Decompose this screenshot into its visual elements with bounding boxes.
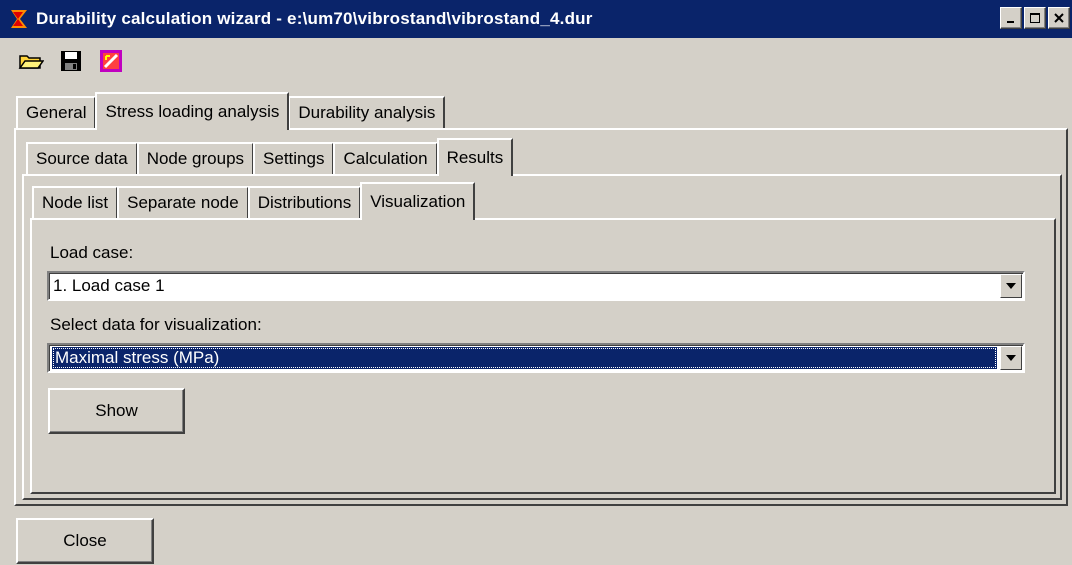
tab-node-list[interactable]: Node list (32, 186, 119, 218)
chevron-down-icon (1006, 355, 1016, 361)
wizard-icon[interactable] (98, 48, 124, 74)
tab-durability-analysis[interactable]: Durability analysis (288, 96, 446, 128)
open-folder-icon[interactable] (18, 48, 45, 74)
load-case-select[interactable]: 1. Load case 1 (47, 271, 1025, 301)
tab-visualization[interactable]: Visualization (360, 182, 476, 220)
visualization-data-select[interactable]: Maximal stress (MPa) (47, 343, 1025, 373)
visualization-data-value: Maximal stress (MPa) (52, 347, 997, 369)
title-bar: Durability calculation wizard - e:\um70\… (0, 0, 1072, 38)
tab-separate-node[interactable]: Separate node (117, 186, 249, 218)
minimize-button[interactable] (1000, 7, 1022, 29)
load-case-dropdown-button[interactable] (1000, 274, 1022, 298)
minimize-icon (1007, 21, 1014, 23)
chevron-down-icon (1006, 283, 1016, 289)
window-controls (1000, 7, 1070, 29)
tab-distributions[interactable]: Distributions (247, 186, 362, 218)
close-window-button[interactable] (1048, 7, 1070, 29)
window-title: Durability calculation wizard - e:\um70\… (36, 9, 593, 28)
save-icon[interactable] (58, 48, 84, 74)
load-case-value: 1. Load case 1 (53, 276, 165, 295)
tab-source-data[interactable]: Source data (26, 142, 138, 174)
results-tab-strip: Node list Separate node Distributions Vi… (32, 182, 476, 220)
main-tab-strip: General Stress loading analysis Durabili… (16, 92, 446, 130)
tab-results[interactable]: Results (436, 138, 514, 176)
toolbar (18, 48, 124, 74)
tab-general[interactable]: General (16, 96, 97, 128)
load-case-label: Load case: (50, 243, 134, 262)
app-icon (8, 7, 30, 31)
analysis-tab-strip: Source data Node groups Settings Calcula… (26, 138, 514, 176)
close-button[interactable]: Close (16, 518, 154, 564)
tab-node-groups[interactable]: Node groups (136, 142, 255, 174)
maximize-icon (1030, 13, 1040, 23)
visualization-data-dropdown-button[interactable] (1000, 346, 1022, 370)
tab-calculation[interactable]: Calculation (333, 142, 438, 174)
show-button[interactable]: Show (48, 388, 185, 434)
data-select-label: Select data for visualization: (50, 315, 262, 334)
tab-settings[interactable]: Settings (253, 142, 335, 174)
tab-stress-loading-analysis[interactable]: Stress loading analysis (95, 92, 290, 130)
maximize-button[interactable] (1024, 7, 1046, 29)
close-icon (1054, 13, 1064, 23)
